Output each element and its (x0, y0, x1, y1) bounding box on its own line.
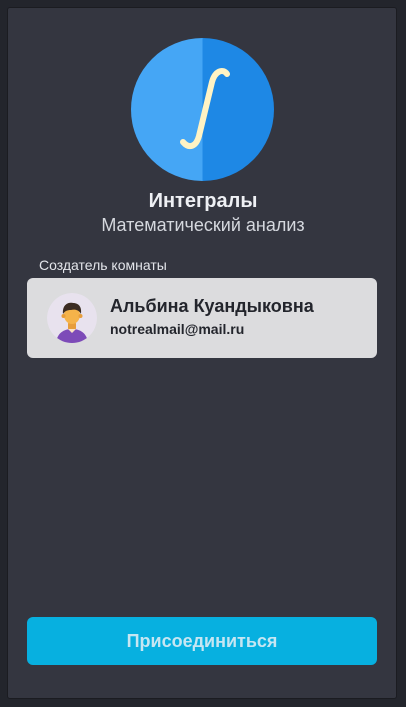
room-title: Интегралы (148, 190, 258, 212)
integral-icon (131, 38, 274, 181)
creator-email: notrealmail@mail.ru (110, 321, 245, 337)
room-subject: Математический анализ (101, 215, 305, 235)
join-button[interactable]: Присоединиться (27, 617, 377, 665)
creator-card: Альбина Куандыковна notrealmail@mail.ru (27, 278, 377, 358)
room-join-dialog: Интегралы Математический анализ Создател… (7, 7, 397, 699)
creator-name: Альбина Куандыковна (110, 296, 314, 316)
creator-section-label: Создатель комнаты (39, 257, 167, 273)
user-avatar (47, 293, 97, 343)
